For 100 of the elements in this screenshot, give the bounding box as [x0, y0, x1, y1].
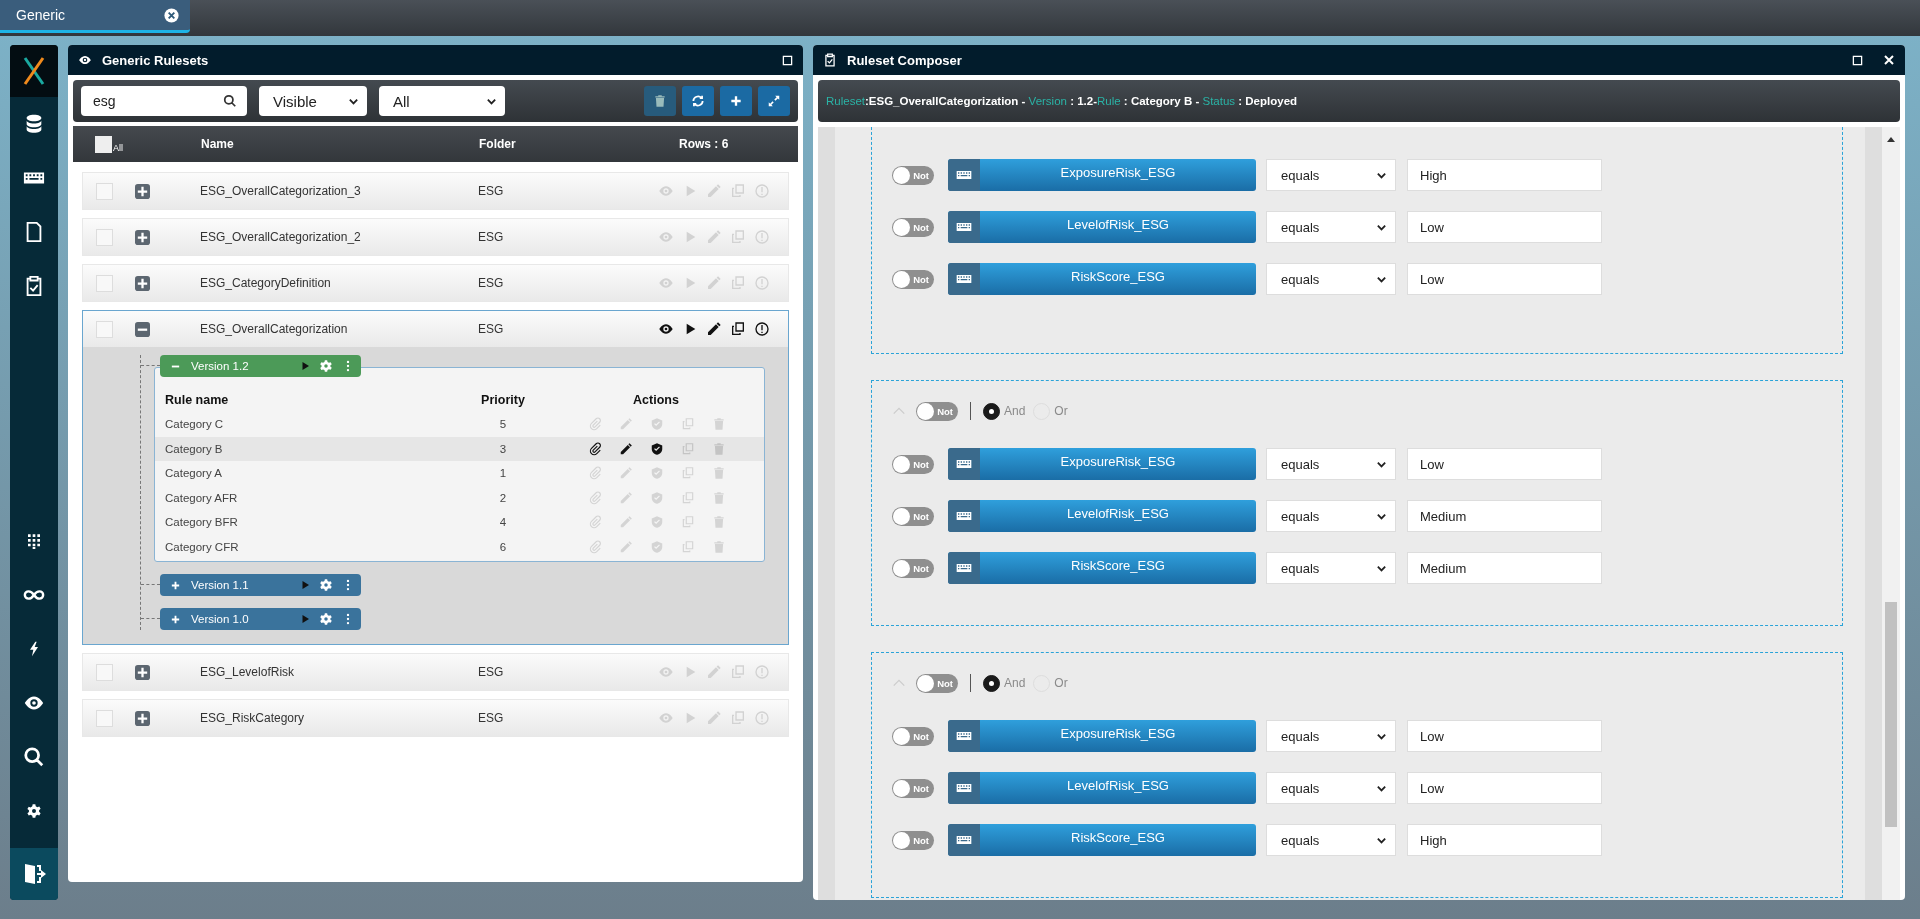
- ruleset-row[interactable]: ESG_OverallCategorization_3 ESG: [83, 173, 788, 209]
- close-icon[interactable]: [163, 6, 180, 24]
- expand-icon[interactable]: [135, 229, 150, 245]
- value-field[interactable]: Low: [1407, 772, 1602, 804]
- row-checkbox[interactable]: [96, 663, 113, 681]
- field-button[interactable]: LevelofRisk_ESG: [948, 772, 1256, 804]
- field-button[interactable]: LevelofRisk_ESG: [948, 500, 1256, 532]
- rule-row[interactable]: Category B 3: [155, 436, 764, 461]
- maximize-icon[interactable]: [1852, 54, 1863, 66]
- folder-name: ESG: [478, 665, 505, 679]
- operator-dropdown[interactable]: equals: [1266, 552, 1396, 584]
- scroll-up-icon[interactable]: [1886, 135, 1896, 143]
- shield-icon[interactable]: [650, 441, 664, 456]
- expand-icon[interactable]: [135, 183, 150, 199]
- operator-dropdown[interactable]: equals: [1266, 448, 1396, 480]
- delete-button[interactable]: [644, 86, 676, 116]
- copy-icon[interactable]: [730, 321, 746, 337]
- value-field[interactable]: Medium: [1407, 552, 1602, 584]
- operator-dropdown[interactable]: equals: [1266, 159, 1396, 191]
- rule-row[interactable]: Category CFR 6: [155, 534, 764, 559]
- ruleset-name: ESG_RiskCategory: [200, 711, 306, 725]
- select-all-checkbox[interactable]: [95, 135, 112, 153]
- ruleset-name: ESG_OverallCategorization_3: [200, 184, 362, 198]
- trash-icon[interactable]: [712, 490, 726, 505]
- collapse-icon[interactable]: [135, 321, 150, 337]
- value-field[interactable]: Low: [1407, 720, 1602, 752]
- logo-box[interactable]: [10, 45, 58, 97]
- field-button[interactable]: RiskScore_ESG: [948, 824, 1256, 856]
- trash-icon: [653, 94, 667, 108]
- expand-icon[interactable]: [135, 275, 150, 291]
- ruleset-row[interactable]: ESG_RiskCategory ESG: [83, 700, 788, 736]
- row-checkbox[interactable]: [96, 228, 113, 246]
- chevron-up-icon[interactable]: [892, 406, 906, 416]
- row-checkbox[interactable]: [96, 320, 113, 338]
- refresh-button[interactable]: [682, 86, 714, 116]
- row-checkbox[interactable]: [96, 709, 113, 727]
- trash-icon[interactable]: [712, 539, 726, 554]
- add-button[interactable]: [720, 86, 752, 116]
- row-checkbox[interactable]: [96, 182, 113, 200]
- maximize-icon[interactable]: [782, 54, 793, 66]
- value-field[interactable]: High: [1407, 824, 1602, 856]
- expand-button[interactable]: [758, 86, 790, 116]
- search-field[interactable]: esg: [81, 86, 247, 116]
- trash-icon[interactable]: [712, 417, 726, 432]
- settings-icon[interactable]: [26, 803, 42, 819]
- rule-row[interactable]: Category A 1: [155, 461, 764, 486]
- field-button[interactable]: LevelofRisk_ESG: [948, 211, 1256, 243]
- generic-tab[interactable]: Generic: [0, 0, 190, 33]
- ruleset-row[interactable]: ESG_OverallCategorization_2 ESG: [83, 219, 788, 255]
- field-button[interactable]: RiskScore_ESG: [948, 552, 1256, 584]
- eye-icon[interactable]: [658, 321, 674, 337]
- operator-dropdown[interactable]: equals: [1266, 824, 1396, 856]
- trash-icon[interactable]: [712, 466, 726, 481]
- rule-row[interactable]: Category C 5: [155, 412, 764, 437]
- alert-icon[interactable]: [754, 321, 770, 337]
- folder-dropdown[interactable]: All: [379, 86, 505, 116]
- radio-button[interactable]: [983, 674, 1000, 692]
- paperclip-icon[interactable]: [588, 441, 602, 456]
- ruleset-row[interactable]: ESG_OverallCategorization ESG: [83, 311, 788, 347]
- version-pill[interactable]: Version 1.0: [160, 608, 361, 630]
- rule-row[interactable]: Category AFR 2: [155, 485, 764, 510]
- version-pill[interactable]: Version 1.1: [160, 574, 361, 596]
- value-field[interactable]: Low: [1407, 448, 1602, 480]
- field-button[interactable]: ExposureRisk_ESG: [948, 448, 1256, 480]
- pencil-icon[interactable]: [619, 441, 633, 456]
- scrollbar-thumb[interactable]: [1885, 602, 1897, 827]
- tab-label: Generic: [16, 7, 66, 23]
- value-field[interactable]: High: [1407, 159, 1602, 191]
- value-field[interactable]: Low: [1407, 263, 1602, 295]
- chevron-up-icon[interactable]: [892, 678, 906, 688]
- field-button[interactable]: ExposureRisk_ESG: [948, 720, 1256, 752]
- rule-row[interactable]: Category BFR 4: [155, 510, 764, 535]
- close-icon[interactable]: [1883, 54, 1895, 66]
- logout-button[interactable]: [10, 848, 58, 900]
- rule-name: Category CFR: [164, 540, 240, 553]
- search-icon[interactable]: [23, 746, 45, 768]
- field-button[interactable]: RiskScore_ESG: [948, 263, 1256, 295]
- expand-icon[interactable]: [135, 710, 150, 726]
- clipboard-check-icon: [823, 53, 837, 67]
- operator-dropdown[interactable]: equals: [1266, 211, 1396, 243]
- visibility-dropdown[interactable]: Visible: [259, 86, 367, 116]
- ruleset-row[interactable]: ESG_LevelofRisk ESG: [83, 654, 788, 690]
- operator-dropdown[interactable]: equals: [1266, 500, 1396, 532]
- value-field[interactable]: Medium: [1407, 500, 1602, 532]
- grid-icon[interactable]: [26, 533, 42, 549]
- radio-button[interactable]: [983, 402, 1000, 420]
- operator-dropdown[interactable]: equals: [1266, 263, 1396, 295]
- field-button[interactable]: ExposureRisk_ESG: [948, 159, 1256, 191]
- trash-icon[interactable]: [712, 441, 726, 456]
- expand-icon[interactable]: [135, 664, 150, 680]
- ruleset-row[interactable]: ESG_CategoryDefinition ESG: [83, 265, 788, 301]
- ruleset-name: ESG_CategoryDefinition: [200, 276, 332, 290]
- expand-icon: [767, 94, 781, 108]
- column-header: Actions: [632, 393, 680, 407]
- pencil-icon[interactable]: [706, 321, 722, 337]
- trash-icon[interactable]: [712, 515, 726, 530]
- row-checkbox[interactable]: [96, 274, 113, 292]
- operator-dropdown[interactable]: equals: [1266, 772, 1396, 804]
- operator-dropdown[interactable]: equals: [1266, 720, 1396, 752]
- value-field[interactable]: Low: [1407, 211, 1602, 243]
